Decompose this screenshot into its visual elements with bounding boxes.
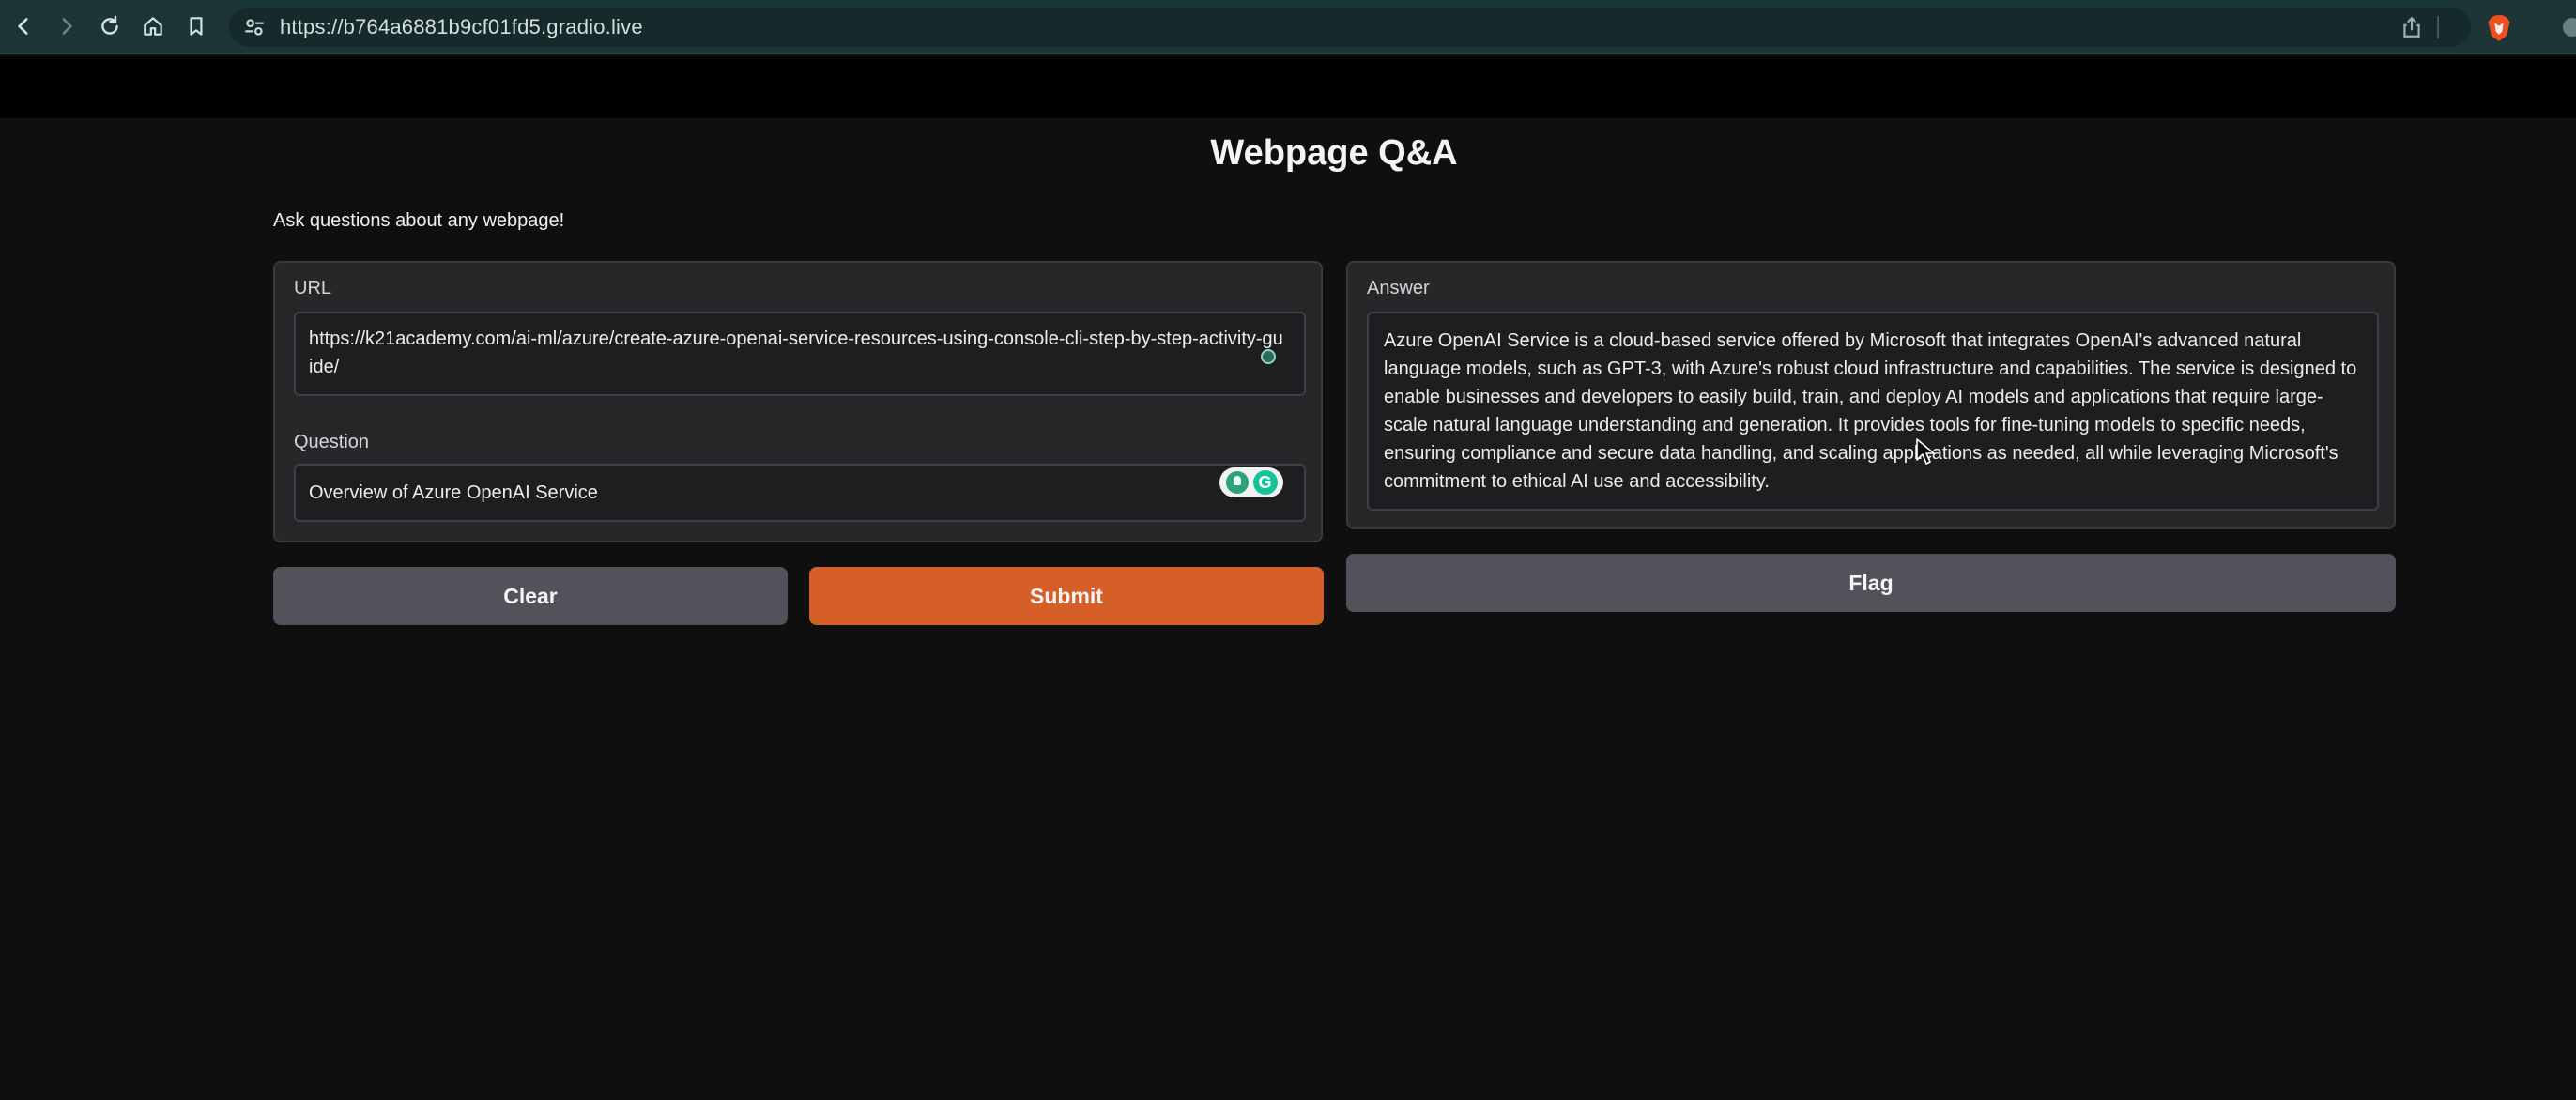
reload-button[interactable] (96, 12, 124, 40)
back-button[interactable] (9, 12, 38, 40)
grammarly-g-icon: G (1252, 470, 1278, 495)
input-panel: URL https://k21academy.com/ai-ml/azure/c… (273, 261, 1323, 542)
forward-button[interactable] (53, 12, 81, 40)
site-settings-icon[interactable] (242, 15, 267, 39)
flag-button[interactable]: Flag (1346, 554, 2396, 612)
grammar-assistant-icon[interactable]: G (1219, 467, 1283, 497)
home-icon (144, 17, 162, 36)
submit-button[interactable]: Submit (809, 567, 1324, 625)
bookmark-button[interactable] (182, 12, 210, 40)
grammar-status-dot-icon[interactable] (1261, 349, 1276, 364)
mouse-cursor-icon (1916, 438, 1935, 465)
reload-icon (101, 15, 118, 35)
url-label: URL (294, 278, 332, 298)
question-textbox[interactable]: Overview of Azure OpenAI Service G (294, 464, 1306, 522)
clear-button[interactable]: Clear (273, 567, 788, 625)
forward-icon (62, 18, 73, 35)
home-button[interactable] (139, 12, 167, 40)
output-panel: Answer Azure OpenAI Service is a cloud-b… (1346, 261, 2396, 529)
page-title: Webpage Q&A (1210, 133, 1458, 173)
answer-label: Answer (1367, 278, 1430, 298)
address-bar[interactable]: https://b764a6881b9cf01fd5.gradio.live (229, 8, 2471, 47)
question-value: Overview of Azure OpenAI Service (309, 482, 598, 503)
gradio-app: Webpage Q&A Ask questions about any webp… (0, 118, 2576, 1100)
share-icon[interactable] (2400, 15, 2424, 39)
bookmark-icon (190, 17, 203, 36)
back-icon (17, 18, 28, 35)
page-description: Ask questions about any webpage! (273, 210, 565, 231)
toolbar-divider (2437, 16, 2439, 38)
page-top-strip (0, 56, 2576, 118)
answer-textbox[interactable]: Azure OpenAI Service is a cloud-based se… (1367, 312, 2379, 511)
brave-lion-icon[interactable] (2486, 14, 2512, 42)
browser-toolbar: https://b764a6881b9cf01fd5.gradio.live (0, 0, 2576, 54)
extension-icon[interactable] (2563, 18, 2576, 37)
url-value: https://k21academy.com/ai-ml/azure/creat… (309, 328, 1283, 377)
question-label: Question (294, 432, 370, 452)
answer-value: Azure OpenAI Service is a cloud-based se… (1384, 330, 2357, 492)
url-textbox[interactable]: https://k21academy.com/ai-ml/azure/creat… (294, 312, 1306, 396)
lightbulb-icon (1225, 471, 1249, 494)
address-url[interactable]: https://b764a6881b9cf01fd5.gradio.live (280, 15, 643, 39)
